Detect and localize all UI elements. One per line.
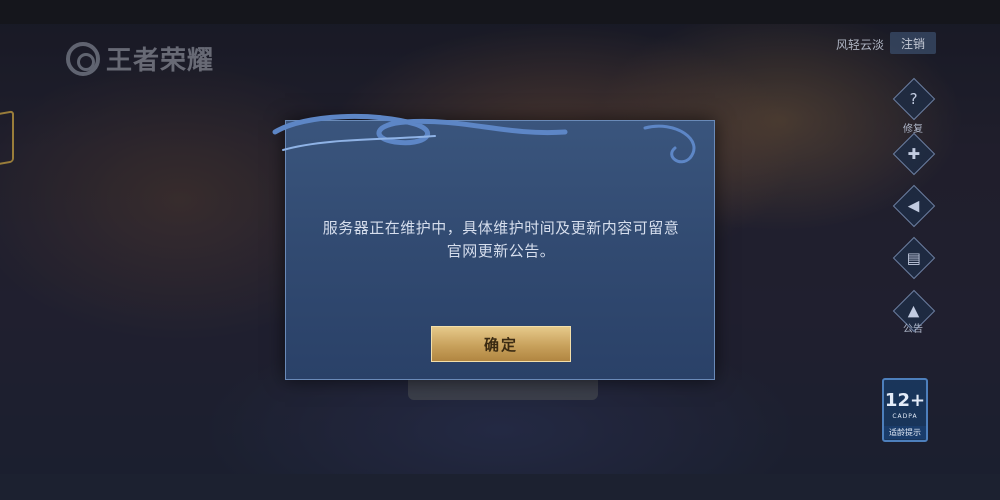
age-rating-badge[interactable]: 12+ CADPA 适龄提示 xyxy=(882,378,928,442)
logo-emblem-icon xyxy=(66,41,100,76)
message-line-2: 官网更新公告。 xyxy=(446,242,556,260)
username-label: 风轻云淡 xyxy=(836,38,885,52)
age-rating-tip: 适龄提示 xyxy=(884,426,926,439)
maintenance-dialog: 服务器正在维护中，具体维护时间及更新内容可留意 官网更新公告。 确定 xyxy=(285,120,715,380)
age-rating-value: 12+ xyxy=(884,390,926,411)
age-rating-org: CADPA xyxy=(892,413,918,420)
hat-icon: ▲ xyxy=(908,301,920,320)
message-line-1: 服务器正在维护中，具体维护时间及更新内容可留意 xyxy=(322,219,680,237)
gamepad-icon: ✚ xyxy=(907,144,921,163)
confirm-button[interactable]: 确定 xyxy=(431,326,571,362)
logout-button[interactable]: 注销 xyxy=(890,32,936,54)
start-button-behind-dialog xyxy=(408,380,598,400)
announcement-label: 公告 xyxy=(903,324,923,335)
speaker-icon: ◀ xyxy=(908,196,920,215)
maintenance-message: 服务器正在维护中，具体维护时间及更新内容可留意 官网更新公告。 xyxy=(286,217,716,263)
question-icon: ? xyxy=(910,89,918,108)
notice-icon: ▤ xyxy=(906,248,922,267)
left-edge-tab[interactable] xyxy=(0,110,14,166)
top-status-bar xyxy=(0,0,1000,24)
logo-text: 王者荣耀 xyxy=(106,46,215,76)
game-logo: 王者荣耀 xyxy=(66,40,214,77)
bottom-bar xyxy=(0,474,1000,500)
